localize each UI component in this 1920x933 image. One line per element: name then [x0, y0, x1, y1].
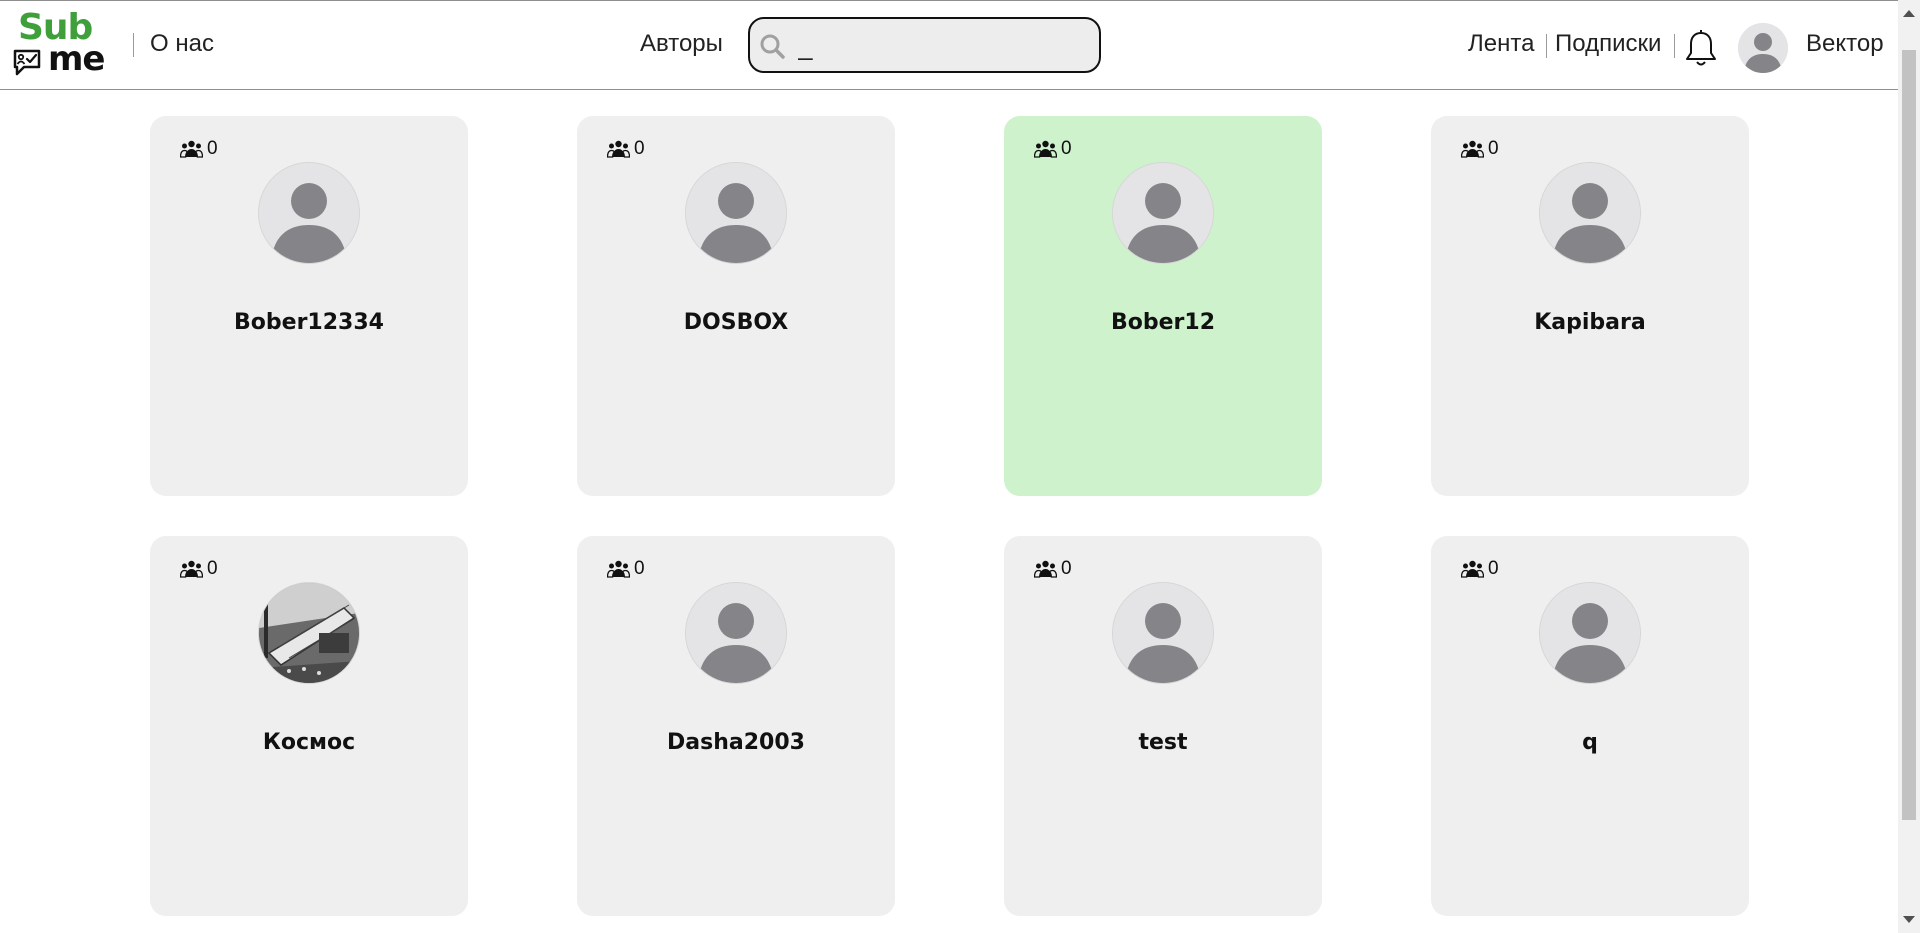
photo-avatar-image [259, 583, 359, 683]
header-divider [1674, 34, 1675, 58]
author-card[interactable]: 0 Bober12334 [150, 116, 468, 496]
subscribers-count: 0 [1461, 138, 1499, 160]
search-icon [760, 34, 785, 59]
subscribers-count-value: 0 [634, 558, 645, 579]
users-icon [607, 560, 630, 578]
logo[interactable]: Sub me [12, 7, 108, 79]
default-avatar-icon [1540, 583, 1640, 683]
nav-about-link[interactable]: О нас [150, 30, 214, 58]
nav-authors-link[interactable]: Авторы [640, 30, 723, 58]
author-card[interactable]: 0 DOSBOX [577, 116, 895, 496]
subscribers-count-value: 0 [207, 558, 218, 579]
author-avatar [685, 162, 787, 264]
subscribers-count-value: 0 [634, 138, 645, 159]
search-input[interactable] [796, 29, 1086, 63]
author-name: q [1582, 730, 1598, 755]
author-name: DOSBOX [683, 310, 789, 335]
author-card[interactable]: 0 Bober12 [1004, 116, 1322, 496]
users-icon [180, 560, 203, 578]
top-header: Sub me О нас Авторы Лента Подписки [0, 0, 1898, 90]
subscribers-count: 0 [1461, 558, 1499, 580]
logo-text-me: me [48, 39, 105, 79]
author-avatar [258, 582, 360, 684]
author-avatar [1112, 582, 1214, 684]
search-box [748, 17, 1101, 73]
vertical-scrollbar[interactable] [1898, 0, 1920, 933]
default-avatar-icon [1113, 583, 1213, 683]
default-avatar-icon [1738, 23, 1788, 73]
bell-icon[interactable] [1684, 29, 1718, 69]
header-divider [133, 33, 134, 57]
author-name: Bober12 [1110, 310, 1216, 335]
users-icon [1461, 560, 1484, 578]
users-icon [180, 140, 203, 158]
author-name: Kapibara [1534, 310, 1646, 335]
author-avatar [1539, 162, 1641, 264]
default-avatar-icon [686, 583, 786, 683]
users-icon [1034, 560, 1057, 578]
author-card[interactable]: 0 Kapibara [1431, 116, 1749, 496]
default-avatar-icon [1540, 163, 1640, 263]
users-icon [1461, 140, 1484, 158]
author-avatar [1112, 162, 1214, 264]
author-card[interactable]: 0 Dasha2003 [577, 536, 895, 916]
subscribers-count-value: 0 [1488, 558, 1499, 579]
subscribers-count-value: 0 [1488, 138, 1499, 159]
default-avatar-icon [259, 163, 359, 263]
header-divider [1546, 34, 1547, 58]
users-icon [1034, 140, 1057, 158]
subscribers-count: 0 [180, 138, 218, 160]
subscribers-count: 0 [1034, 558, 1072, 580]
author-name: Dasha2003 [667, 730, 805, 755]
subscribers-count: 0 [607, 138, 645, 160]
author-name: Космос [262, 730, 356, 755]
default-avatar-icon [686, 163, 786, 263]
default-avatar-icon [1113, 163, 1213, 263]
scroll-up-arrow-icon[interactable] [1903, 10, 1915, 17]
subscribers-count-value: 0 [207, 138, 218, 159]
subscribers-count: 0 [607, 558, 645, 580]
scrollbar-thumb[interactable] [1902, 50, 1916, 820]
subscribers-count: 0 [1034, 138, 1072, 160]
scroll-down-arrow-icon[interactable] [1903, 916, 1915, 923]
user-avatar[interactable] [1738, 23, 1788, 73]
chat-check-icon [13, 49, 41, 76]
author-avatar [258, 162, 360, 264]
nav-subscriptions-link[interactable]: Подписки [1555, 30, 1661, 58]
subscribers-count: 0 [180, 558, 218, 580]
author-card[interactable]: 0 Космос [150, 536, 468, 916]
author-avatar [1539, 582, 1641, 684]
subscribers-count-value: 0 [1061, 138, 1072, 159]
author-name: test [1138, 730, 1188, 755]
nav-feed-link[interactable]: Лента [1468, 30, 1534, 58]
author-name: Bober12334 [234, 310, 384, 335]
users-icon [607, 140, 630, 158]
page: Sub me О нас Авторы Лента Подписки [0, 0, 1920, 933]
author-card[interactable]: 0 test [1004, 536, 1322, 916]
username-link[interactable]: Вектор [1806, 30, 1884, 58]
subscribers-count-value: 0 [1061, 558, 1072, 579]
author-avatar [685, 582, 787, 684]
author-card[interactable]: 0 q [1431, 536, 1749, 916]
